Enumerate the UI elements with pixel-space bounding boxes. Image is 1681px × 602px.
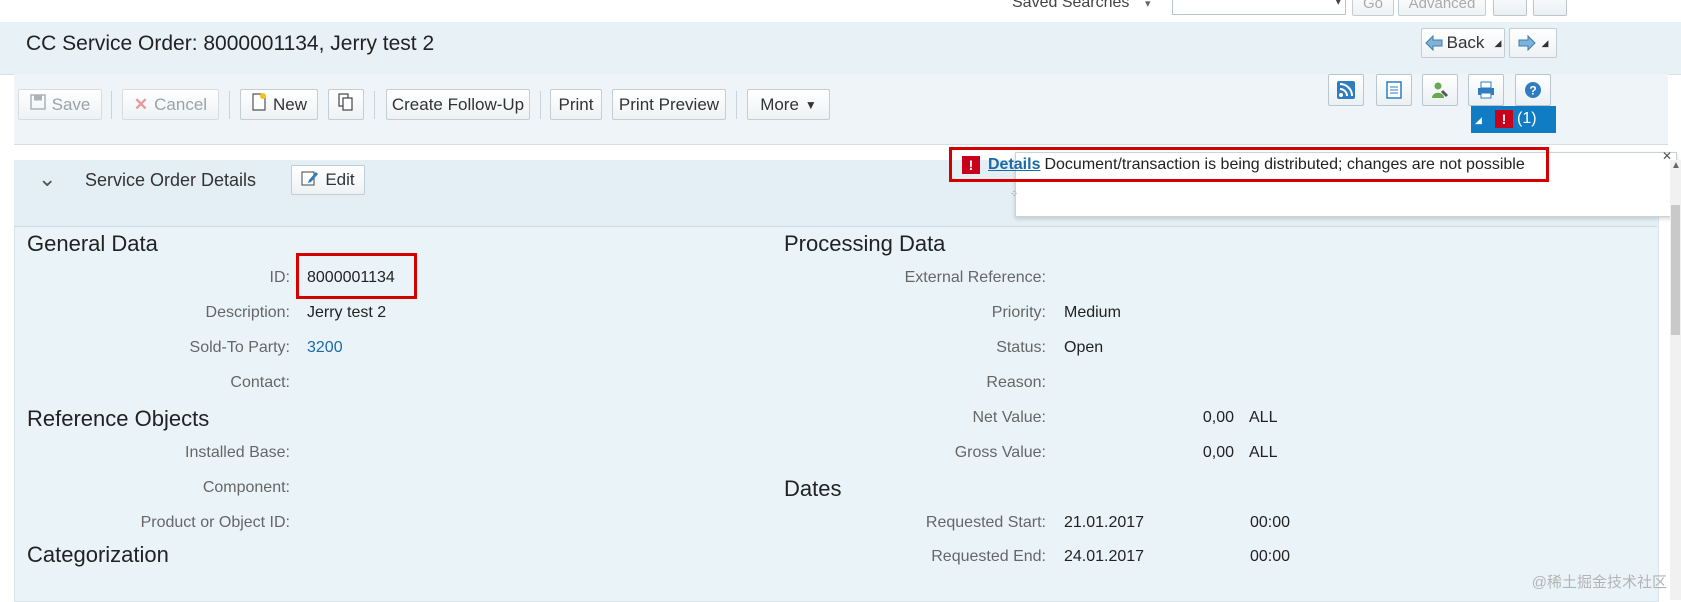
copy-icon: [338, 93, 354, 116]
separator: [736, 91, 737, 119]
requested-start-label: Requested Start:: [925, 514, 1046, 531]
reference-objects-title: Reference Objects: [27, 406, 210, 431]
copy-button[interactable]: [328, 89, 364, 120]
new-label: New: [272, 94, 307, 114]
user-settings-icon[interactable]: [1422, 74, 1458, 106]
chevron-down-icon[interactable]: ▾: [1145, 0, 1151, 10]
separator: [540, 91, 541, 119]
edit-button[interactable]: Edit: [291, 165, 365, 195]
print-preview-button[interactable]: Print Preview: [612, 89, 726, 120]
forward-button[interactable]: ◢: [1509, 28, 1557, 58]
message-indicator[interactable]: ◢ ! (1): [1471, 106, 1556, 133]
back-arrow-icon: [1424, 34, 1443, 52]
gross-value-amount: 0,00: [1202, 444, 1234, 461]
resize-handle-icon[interactable]: ⁘: [1010, 189, 1018, 200]
message-row: ! Details Document/transaction is being …: [962, 156, 1525, 174]
cancel-label: Cancel: [154, 94, 208, 114]
message-text: Document/transaction is being distribute…: [1044, 156, 1525, 173]
floppy-disk-icon: [29, 94, 46, 115]
description-label: Description:: [205, 304, 290, 321]
installed-base-label: Installed Base:: [185, 444, 290, 461]
gross-value-currency: ALL: [1249, 444, 1278, 461]
page-title: CC Service Order: 8000001134, Jerry test…: [26, 32, 435, 55]
dropdown-corner-icon: ◢: [1475, 115, 1482, 125]
priority-label: Priority:: [991, 304, 1046, 321]
scrollbar-thumb[interactable]: [1671, 205, 1680, 335]
error-icon: !: [1495, 110, 1513, 128]
message-count: (1): [1517, 110, 1537, 127]
sold-to-party-link[interactable]: 3200: [307, 339, 343, 357]
status-label: Status:: [996, 339, 1046, 356]
more-label: More: [760, 94, 799, 114]
more-button[interactable]: More ▼: [747, 89, 830, 120]
scroll-up-icon[interactable]: ▲: [1671, 160, 1681, 171]
back-label: Back: [1446, 33, 1485, 52]
net-value-label: Net Value:: [972, 409, 1046, 426]
collapse-chevron-icon[interactable]: ⌄: [38, 166, 56, 192]
panel-title: Service Order Details: [85, 170, 257, 190]
external-reference-label: External Reference:: [904, 269, 1046, 286]
description-value: Jerry test 2: [307, 304, 387, 321]
back-button[interactable]: Back ◢: [1421, 28, 1505, 58]
reason-label: Reason:: [986, 374, 1046, 391]
help-icon[interactable]: ?: [1515, 74, 1551, 106]
dropdown-corner-icon[interactable]: ◢: [1494, 38, 1501, 49]
forward-arrow-icon: [1518, 34, 1536, 52]
sold-to-party-label: Sold-To Party:: [189, 339, 290, 356]
go-button[interactable]: Go: [1352, 0, 1394, 16]
chevron-down-icon: ▾: [1335, 0, 1341, 8]
contact-label: Contact:: [230, 374, 290, 391]
separator: [229, 91, 230, 119]
dropdown-corner-icon[interactable]: ◢: [1542, 38, 1549, 49]
save-label: Save: [51, 94, 91, 114]
requested-end-time: 00:00: [1250, 548, 1291, 565]
print-button[interactable]: Print: [550, 89, 602, 120]
gross-value-label: Gross Value:: [954, 444, 1046, 461]
product-object-id-label: Product or Object ID:: [140, 514, 290, 531]
processing-data-title: Processing Data: [784, 231, 946, 256]
net-value-currency: ALL: [1249, 409, 1278, 426]
top-strip: Saved Searches ▾ ▾ Go Advanced: [0, 0, 1681, 22]
id-highlight-box: [296, 253, 417, 299]
priority-value: Medium: [1064, 304, 1121, 321]
categorization-title: Categorization: [27, 542, 169, 567]
requested-end-label: Requested End:: [931, 548, 1046, 565]
requested-start-date: 21.01.2017: [1064, 514, 1145, 531]
status-value: Open: [1064, 339, 1104, 356]
general-data-title: General Data: [27, 231, 158, 256]
chevron-down-icon: ▼: [804, 97, 817, 112]
separator: [111, 91, 112, 119]
details-link[interactable]: Details: [988, 156, 1040, 174]
new-document-icon: [251, 93, 267, 116]
personalize-icon[interactable]: [1493, 0, 1527, 16]
svg-text:?: ?: [1529, 84, 1536, 98]
notes-icon[interactable]: [1376, 74, 1412, 106]
advanced-button[interactable]: Advanced: [1398, 0, 1486, 16]
delete-icon[interactable]: [1533, 0, 1567, 16]
saved-searches-label: Saved Searches: [1012, 0, 1130, 11]
dates-title: Dates: [784, 476, 842, 501]
printer-icon[interactable]: [1468, 74, 1504, 106]
watermark: @稀土掘金技术社区: [1531, 574, 1667, 591]
component-label: Component:: [202, 479, 290, 496]
cancel-button[interactable]: ✕ Cancel: [122, 89, 219, 120]
separator: [374, 91, 375, 119]
id-label: ID:: [269, 269, 290, 286]
save-button[interactable]: Save: [18, 89, 102, 120]
edit-icon: [301, 169, 319, 192]
requested-start-time: 00:00: [1250, 514, 1291, 531]
rss-icon[interactable]: [1328, 74, 1364, 106]
error-icon: !: [962, 156, 980, 174]
create-follow-up-button[interactable]: Create Follow-Up: [386, 89, 530, 120]
new-button[interactable]: New: [240, 89, 318, 120]
net-value-amount: 0,00: [1202, 409, 1234, 426]
requested-end-date: 24.01.2017: [1064, 548, 1145, 565]
edit-label: Edit: [325, 170, 355, 189]
saved-searches-select[interactable]: ▾: [1172, 0, 1346, 15]
close-icon: ✕: [133, 94, 149, 114]
